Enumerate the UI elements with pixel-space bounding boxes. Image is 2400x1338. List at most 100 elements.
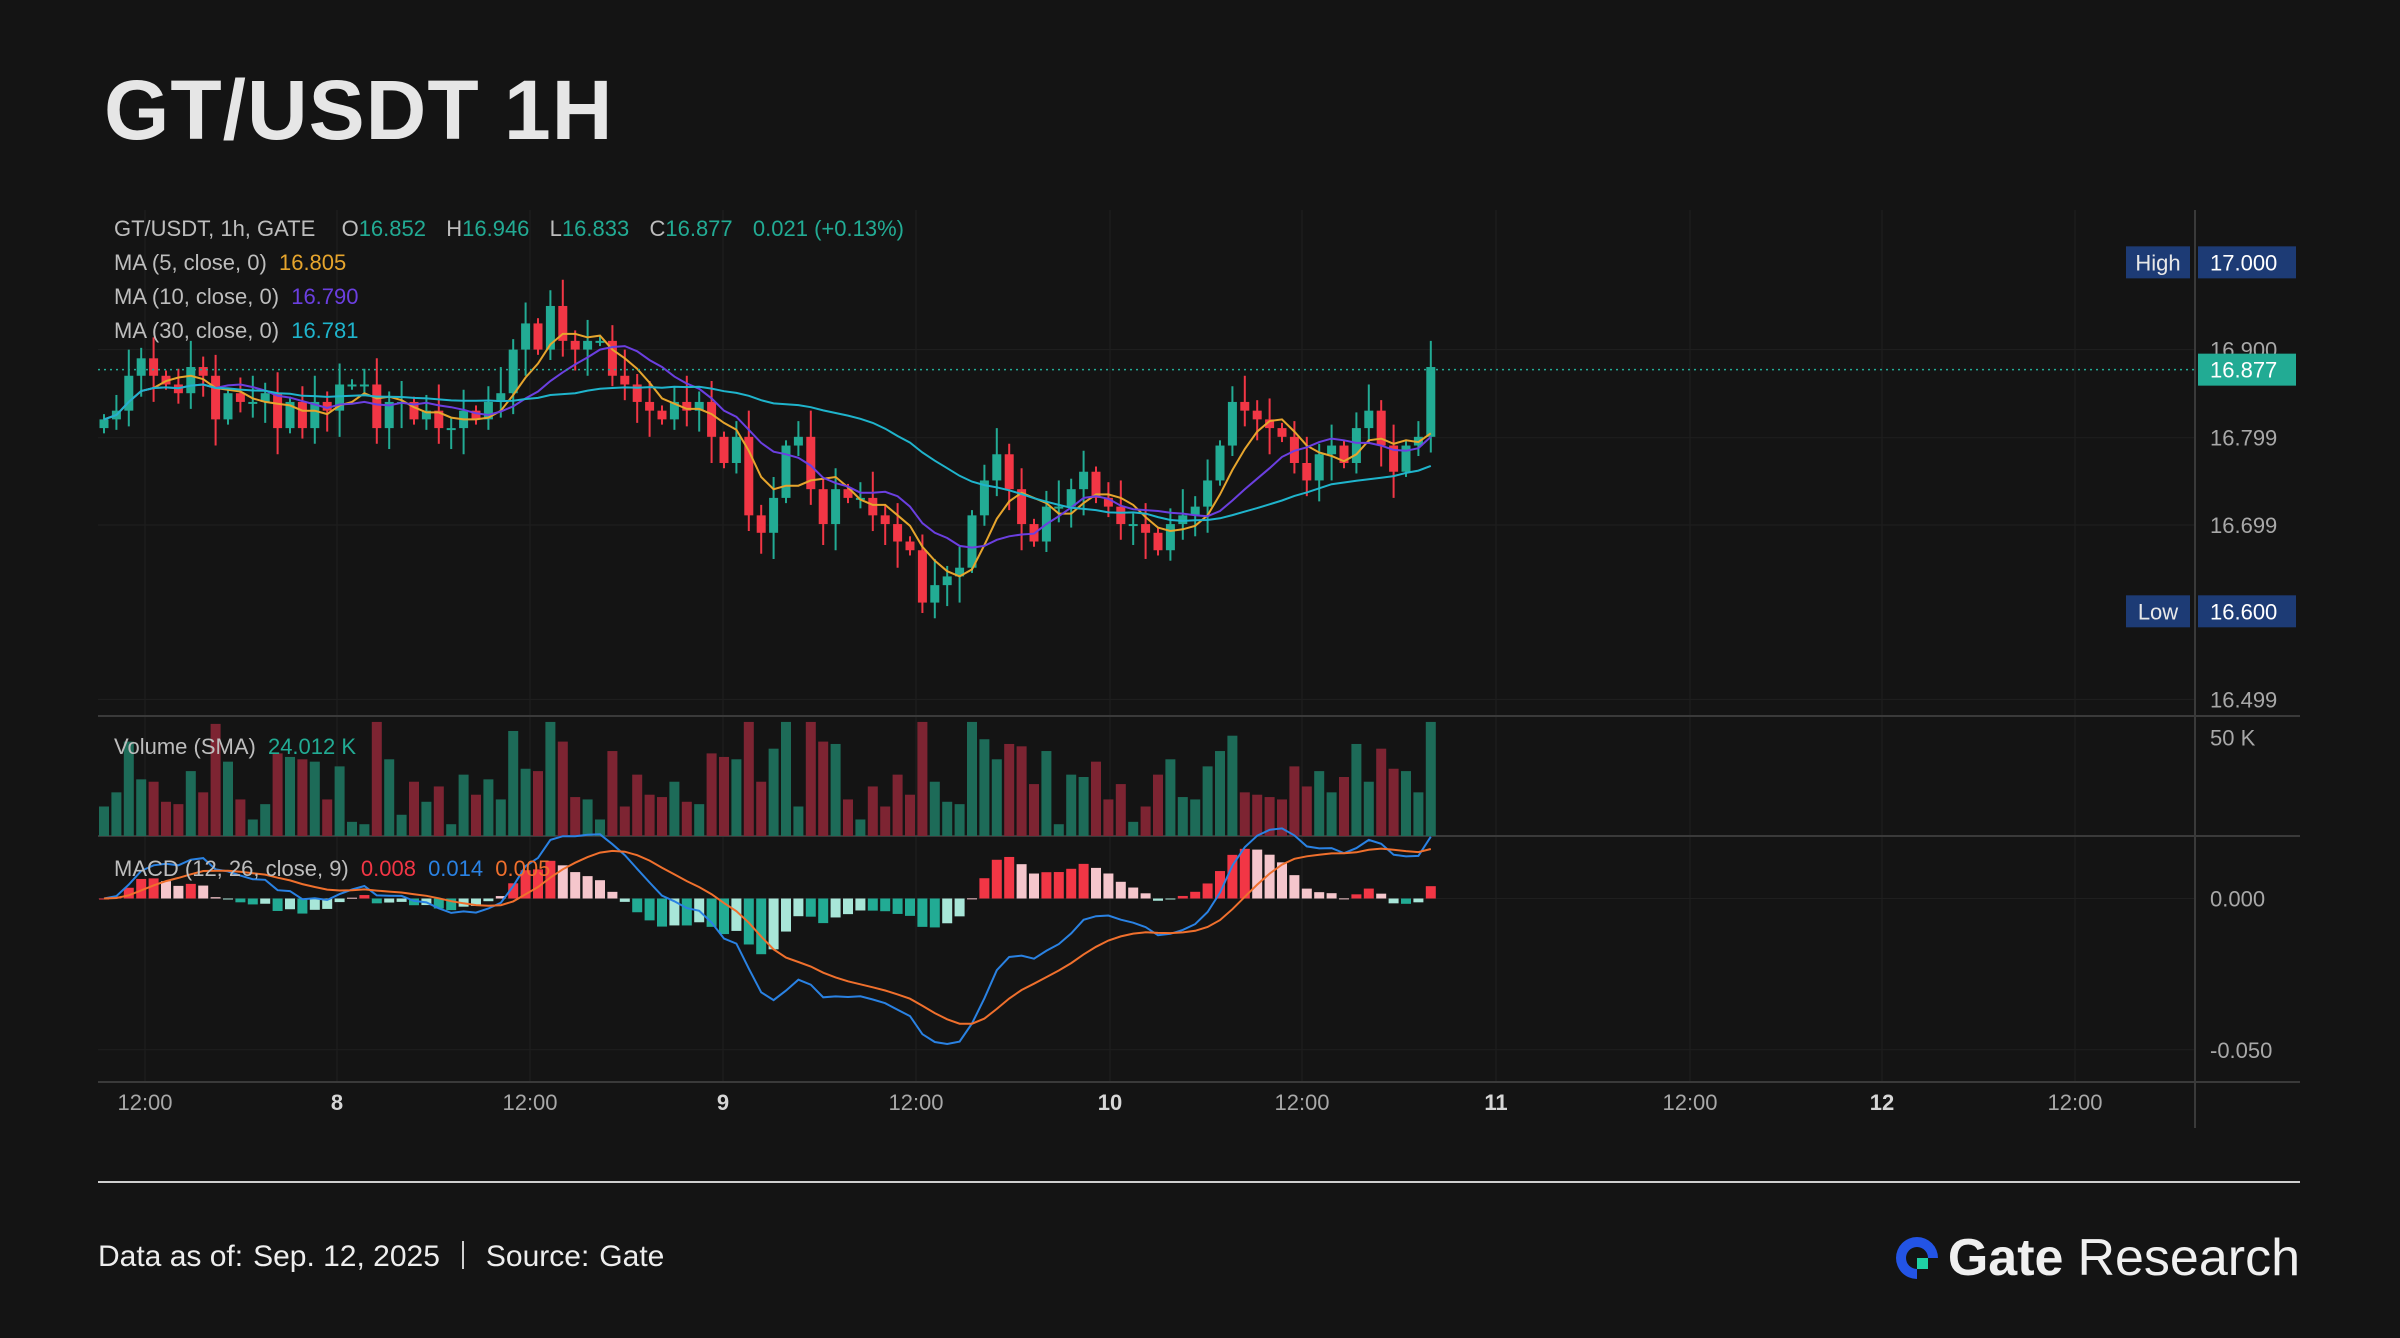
volume-bar [533, 771, 543, 836]
macd-histogram-bar [1425, 886, 1436, 899]
volume-bar [582, 799, 593, 836]
macd-histogram-bar [917, 898, 928, 927]
candle-up [1203, 480, 1213, 507]
macd-histogram-bar [1066, 868, 1077, 899]
volume-bar [1376, 748, 1387, 836]
volume-bar [1202, 766, 1213, 836]
candle-up [99, 419, 109, 429]
candle-down [645, 401, 655, 411]
candle-down [149, 358, 159, 376]
volume-bar [694, 804, 705, 836]
volume-bar [719, 756, 729, 836]
gate-research-logo: Gate Research [1894, 1228, 2300, 1288]
candle-down [1252, 410, 1262, 420]
price-tick-label: 16.499 [2210, 687, 2277, 712]
macd-histogram-bar [198, 885, 209, 899]
volume-bar [371, 721, 382, 836]
volume-bar [396, 814, 407, 836]
volume-bar [359, 824, 370, 836]
candle-down [372, 384, 382, 429]
candle-up [1426, 367, 1436, 437]
volume-bar [495, 799, 506, 836]
macd-histogram-bar [830, 898, 841, 918]
macd-histogram-bar [347, 897, 357, 899]
candle-up [967, 515, 977, 568]
macd-histogram-bar [309, 898, 320, 910]
candle-down [211, 375, 221, 420]
volume-bar [743, 721, 754, 836]
volume-bar [1128, 821, 1139, 836]
candle-up [583, 340, 593, 350]
ma10-value: 16.790 [291, 284, 359, 309]
volume-bar [433, 786, 444, 836]
macd-histogram-bar [793, 898, 804, 917]
macd-histogram-bar [855, 898, 866, 911]
volume-bar [347, 821, 357, 836]
macd-histogram-bar [1339, 898, 1349, 900]
macd-histogram-bar [991, 859, 1002, 899]
candle-down [1141, 524, 1151, 533]
macd-histogram-bar [1376, 893, 1387, 899]
chart-grid [98, 210, 2195, 1082]
volume-bar [917, 721, 928, 836]
volume-bar [570, 797, 581, 836]
macd-histogram-bar [272, 898, 283, 911]
volume-bar [111, 792, 122, 836]
candle-up [508, 349, 518, 394]
legend-open: 16.852 [358, 216, 426, 241]
legend-o-label: O [341, 216, 359, 241]
candle-up [992, 454, 1002, 481]
candle-up [248, 401, 258, 404]
legend-ohlc: GT/USDT, 1h, GATE O16.852 H16.946 L16.83… [114, 216, 904, 242]
x-tick-label: 12:00 [2047, 1090, 2102, 1115]
macd-histogram-bar [805, 898, 816, 917]
macd-histogram-bar [1363, 888, 1374, 899]
macd-histogram-bar [632, 898, 643, 913]
volume-bar [805, 721, 816, 836]
candle-up [347, 384, 357, 387]
candle-up [1128, 524, 1138, 527]
volume-bar [681, 801, 692, 836]
macd-histogram-bar [1177, 895, 1188, 899]
low-marker-label: Low [2138, 599, 2178, 624]
footer-divider [98, 1181, 2300, 1183]
candle-down [533, 323, 543, 350]
ma30-label: MA (30, close, 0) [114, 318, 280, 343]
macd-histogram-bar [880, 898, 891, 912]
ma5-value: 16.805 [278, 250, 347, 275]
volume-bar [1091, 761, 1101, 836]
volume-bar [247, 819, 258, 836]
macd-label: MACD (12, 26, close, 9) [114, 856, 349, 881]
legend-ma30: MA (30, close, 0) 16.781 [114, 318, 359, 344]
macd-histogram-bar [483, 898, 494, 902]
macd-histogram-bar [954, 898, 965, 917]
volume-bar [309, 761, 320, 836]
macd-histogram-bar [1153, 898, 1163, 901]
volume-bar [880, 806, 891, 836]
candle-up [731, 436, 741, 463]
x-tick-label: 10 [1098, 1090, 1122, 1115]
candle-down [744, 436, 754, 516]
candle-up [595, 340, 605, 343]
candle-down [657, 410, 667, 420]
macd-histogram-bar [185, 883, 196, 899]
price-tick-label: 16.699 [2210, 513, 2277, 538]
x-tick-label: 12 [1870, 1090, 1894, 1115]
legend-ma10: MA (10, close, 0) 16.790 [114, 284, 359, 310]
macd-histogram-bar [967, 898, 977, 900]
candlestick-chart[interactable]: 12:00 8 12:00 9 12:00 10 12:00 11 12:00 12 12:00 16… [0, 0, 2400, 1180]
volume-bar [1363, 781, 1374, 836]
macd-histogram-bar [929, 898, 940, 928]
legend-h-label: H [446, 216, 463, 241]
volume-bar [1351, 743, 1362, 836]
candle-up [136, 358, 146, 376]
candle-down [620, 375, 630, 385]
volume-bar [1016, 746, 1027, 836]
volume-bar [198, 792, 209, 836]
macd-histogram-bar [1004, 856, 1015, 899]
candle-up [359, 384, 369, 387]
macd-histogram-bar [979, 878, 990, 899]
macd-histogram-bar [247, 898, 258, 905]
high-marker-value: 17.000 [2210, 250, 2277, 275]
volume-bar [991, 759, 1002, 836]
